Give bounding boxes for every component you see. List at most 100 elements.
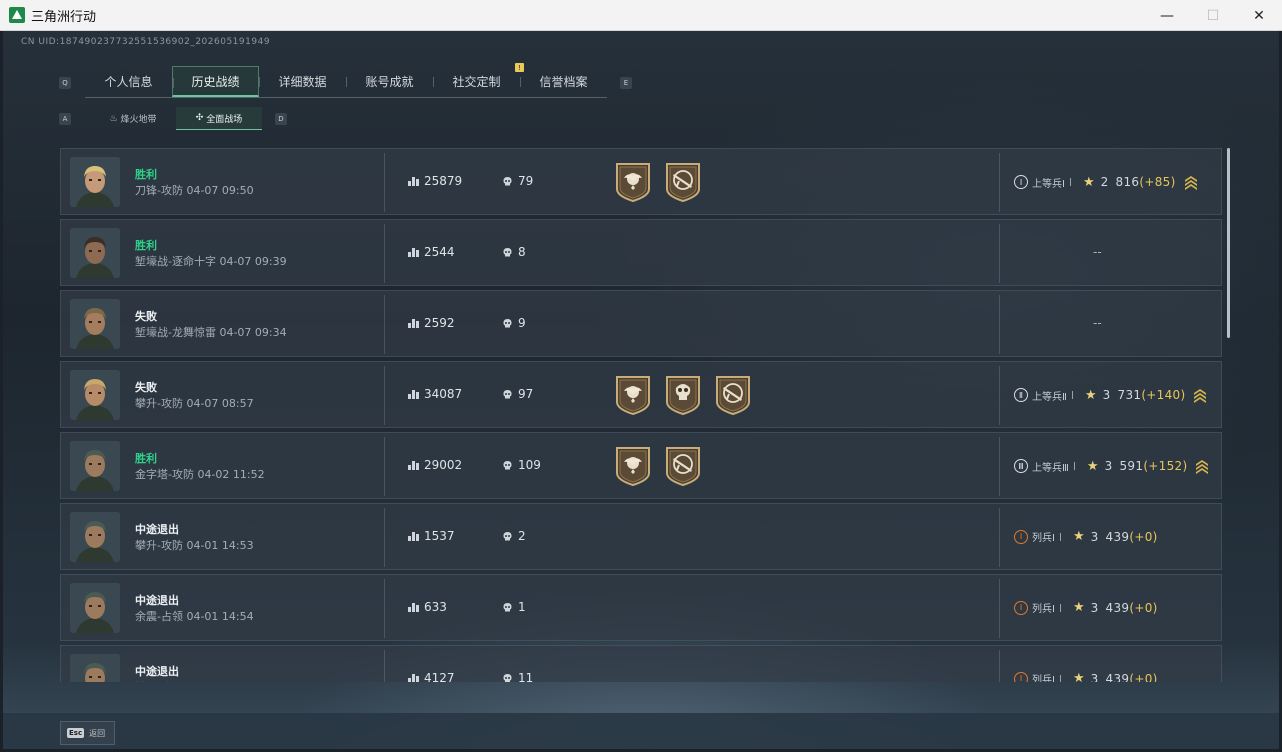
rank-info: Ⅰ 列兵Ⅰ ★ 3 439 (+0) <box>1014 600 1158 615</box>
match-result: 中途退出 <box>135 523 179 536</box>
rank-up-chevron-icon <box>1193 387 1207 403</box>
rank-points-delta: (+0) <box>1129 671 1158 683</box>
rifle-badge[interactable] <box>714 374 752 416</box>
match-row[interactable]: 胜利 刀锋-攻防 04-07 09:50 25879 79 Ⅰ 上等兵Ⅰ ★ 2 816 (+85… <box>60 148 1222 215</box>
match-row[interactable]: 胜利 金字塔-攻防 04-02 11:52 29002 109 Ⅲ 上等兵Ⅲ ★ 3 591 (+… <box>60 432 1222 499</box>
score-value: 4127 <box>424 671 455 682</box>
eagle-badge[interactable] <box>614 374 652 416</box>
star-count: 3 <box>1090 600 1099 615</box>
separator <box>1059 603 1061 612</box>
tab-prev-key-hint: Q <box>59 77 71 89</box>
eagle-badge[interactable] <box>614 445 652 487</box>
match-row[interactable]: 中途退出 攀升-攻防 04-01 14:53 1537 2 Ⅰ 列兵Ⅰ ★ 3 439 (+0) <box>60 503 1222 570</box>
score-stat: 29002 <box>408 458 462 472</box>
skull-icon <box>502 602 513 613</box>
match-mode-time: 刀锋-攻防 04-07 09:50 <box>135 184 254 197</box>
crosshair-icon: ✣ <box>195 113 204 123</box>
tab-2[interactable]: 详细数据 <box>259 66 346 97</box>
subtab-label: 烽火地带 <box>120 115 157 125</box>
tab-0[interactable]: 个人信息 <box>85 66 172 97</box>
rank-name: 上等兵Ⅱ <box>1032 391 1067 403</box>
score-stat: 1537 <box>408 529 455 543</box>
match-result: 失败 <box>135 381 157 394</box>
rank-insignia-icon: Ⅰ <box>1014 529 1028 544</box>
star-icon: ★ <box>1072 600 1085 615</box>
operator-avatar <box>70 512 120 562</box>
bar-chart-icon <box>408 602 419 612</box>
score-value: 34087 <box>424 387 463 401</box>
match-history-list[interactable]: 胜利 刀锋-攻防 04-07 09:50 25879 79 Ⅰ 上等兵Ⅰ ★ 2 816 (+85… <box>60 148 1222 682</box>
kills-value: 1 <box>518 600 526 614</box>
match-result: 胜利 <box>135 239 157 252</box>
rank-name: 上等兵Ⅲ <box>1032 462 1069 474</box>
divider <box>384 508 385 567</box>
score-stat: 34087 <box>408 387 462 401</box>
match-mode-time: 金字塔-攻防 04-02 11:52 <box>135 468 265 481</box>
rank-insignia-icon: Ⅱ <box>1014 388 1028 402</box>
rifle-badge[interactable] <box>664 161 702 203</box>
subtab-0[interactable]: ♨ 烽火地带 <box>90 107 176 130</box>
eagle-badge[interactable] <box>614 161 652 203</box>
rank-info: Ⅰ 列兵Ⅰ ★ 3 439 (+0) <box>1014 529 1158 544</box>
close-button[interactable]: ✕ <box>1236 0 1282 31</box>
medal-badges <box>614 161 702 203</box>
rank-points-delta: (+140) <box>1141 388 1186 402</box>
star-icon: ★ <box>1086 458 1099 474</box>
skull-icon <box>502 531 513 542</box>
match-mode-time: 攀升-攻防 04-01 14:53 <box>135 539 254 552</box>
operator-avatar <box>70 441 120 491</box>
back-button[interactable]: Esc 返回 <box>60 721 115 745</box>
operator-avatar <box>70 228 120 278</box>
maximize-button[interactable]: ☐ <box>1190 0 1236 31</box>
rank-points-delta: (+0) <box>1129 600 1158 615</box>
rank-points-delta: (+0) <box>1129 529 1158 544</box>
match-row[interactable]: 中途退出 余震-占领 04-01 14:54 633 1 Ⅰ 列兵Ⅰ ★ 3 439 (+0) <box>60 574 1222 641</box>
operator-avatar <box>70 583 120 633</box>
tab-4[interactable]: 社交定制! <box>433 63 524 97</box>
bottom-bar <box>3 713 1279 749</box>
match-row[interactable]: 胜利 堑壕战-逐命十字 04-07 09:39 2544 8 -- <box>60 219 1222 286</box>
rank-points: 816 <box>1115 175 1140 189</box>
bar-chart-icon <box>408 389 419 399</box>
kills-value: 11 <box>518 671 534 682</box>
operator-avatar <box>70 654 120 682</box>
tab-5[interactable]: 信誉档案 <box>520 66 607 97</box>
kills-value: 109 <box>518 458 541 472</box>
match-mode-time: 堑壕战-逐命十字 04-07 09:39 <box>135 255 287 268</box>
rank-insignia-icon: Ⅰ <box>1014 671 1028 682</box>
skull-badge[interactable] <box>664 374 702 416</box>
rank-insignia-icon: Ⅰ <box>1014 175 1028 189</box>
bar-chart-icon <box>408 318 419 328</box>
rank-points: 591 <box>1119 459 1144 473</box>
back-label: 返回 <box>89 728 106 738</box>
divider <box>999 224 1000 283</box>
scrollbar[interactable] <box>1227 148 1230 338</box>
subtab-prev-key-hint: A <box>59 113 71 125</box>
uid-label: CN UID:1874902377325515369​02_2026051919… <box>21 37 271 47</box>
divider <box>384 153 385 212</box>
minimize-button[interactable]: — <box>1144 0 1190 31</box>
tab-3[interactable]: 账号成就 <box>346 66 433 97</box>
divider <box>999 508 1000 567</box>
tab-1[interactable]: 历史战绩 <box>172 66 259 97</box>
kills-stat: 8 <box>502 245 526 259</box>
rank-up-chevron-icon <box>1184 174 1198 190</box>
app-logo-icon <box>9 7 25 23</box>
score-value: 25879 <box>424 174 463 188</box>
match-result: 失败 <box>135 310 157 323</box>
medal-badges <box>614 374 752 416</box>
kills-stat: 79 <box>502 174 533 188</box>
match-row[interactable]: 中途退出攀升-攻防 04-01 14:33 4127 11 Ⅰ 列兵Ⅰ ★ 3 439(+0) <box>60 645 1222 682</box>
operator-avatar <box>70 157 120 207</box>
kills-value: 97 <box>518 387 534 401</box>
star-icon: ★ <box>1072 671 1085 682</box>
kills-stat: 9 <box>502 316 526 330</box>
match-row[interactable]: 失败 攀升-攻防 04-07 08:57 34087 97 Ⅱ 上等兵Ⅱ ★ 3 731 (+14… <box>60 361 1222 428</box>
rank-info: Ⅱ 上等兵Ⅱ ★ 3 731 (+140) <box>1014 387 1207 403</box>
match-row[interactable]: 失败 堑壕战-龙舞惊雷 04-07 09:34 2592 9 -- <box>60 290 1222 357</box>
operator-avatar <box>70 299 120 349</box>
subtab-1[interactable]: ✣ 全面战场 <box>176 107 262 130</box>
divider <box>384 295 385 354</box>
rifle-badge[interactable] <box>664 445 702 487</box>
divider <box>384 437 385 496</box>
